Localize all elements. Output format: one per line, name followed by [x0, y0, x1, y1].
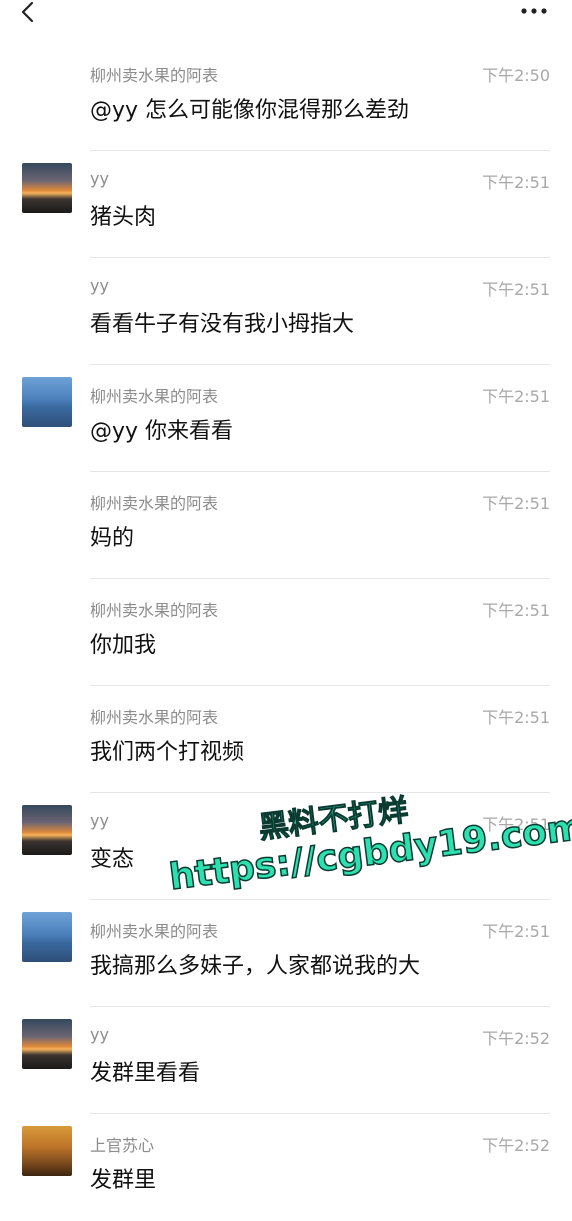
message-list: 柳州卖水果的阿表 下午2:50 @yy 怎么可能像你混得那么差劲 yy 下午2:51 猪头…	[0, 44, 572, 1221]
message-row[interactable]: yy 下午2:51 变态	[0, 793, 572, 900]
sender-name: yy	[90, 169, 109, 188]
avatar[interactable]	[22, 163, 72, 213]
message-text: 我们两个打视频	[90, 740, 245, 765]
message-row[interactable]: 柳州卖水果的阿表 下午2:51 你加我	[0, 579, 572, 686]
message-time: 下午2:51	[482, 173, 550, 192]
sender-name: 柳州卖水果的阿表	[90, 494, 219, 513]
sender-name: 柳州卖水果的阿表	[90, 922, 219, 941]
message-row[interactable]: yy 下午2:52 发群里看看	[0, 1007, 572, 1114]
top-bar	[0, 0, 572, 42]
message-row[interactable]: 柳州卖水果的阿表 下午2:51 @yy 你来看看	[0, 365, 572, 472]
more-dots-icon	[521, 8, 547, 14]
message-text: @yy 怎么可能像你混得那么差劲	[90, 98, 410, 123]
avatar[interactable]	[22, 1126, 72, 1176]
back-button[interactable]	[14, 0, 44, 30]
sender-name: 柳州卖水果的阿表	[90, 66, 219, 85]
avatar[interactable]	[22, 1019, 72, 1069]
message-time: 下午2:50	[482, 66, 550, 85]
avatar[interactable]	[22, 805, 72, 855]
sender-name: yy	[90, 1025, 109, 1044]
message-time: 下午2:51	[482, 601, 550, 620]
message-row[interactable]: 柳州卖水果的阿表 下午2:51 妈的	[0, 472, 572, 579]
message-time: 下午2:52	[482, 1029, 550, 1048]
message-text: 你加我	[90, 633, 157, 658]
message-text: 猪头肉	[90, 205, 157, 230]
message-time: 下午2:51	[482, 815, 550, 834]
sender-name: 柳州卖水果的阿表	[90, 708, 219, 727]
message-time: 下午2:52	[482, 1136, 550, 1155]
avatar[interactable]	[22, 377, 72, 427]
message-text: 看看牛子有没有我小拇指大	[90, 312, 355, 337]
message-row[interactable]: 柳州卖水果的阿表 下午2:50 @yy 怎么可能像你混得那么差劲	[0, 44, 572, 151]
message-text: 发群里	[90, 1168, 157, 1193]
message-time: 下午2:51	[482, 387, 550, 406]
message-time: 下午2:51	[482, 708, 550, 727]
sender-name: yy	[90, 811, 109, 830]
sender-name: 柳州卖水果的阿表	[90, 387, 219, 406]
sender-name: 柳州卖水果的阿表	[90, 601, 219, 620]
message-text: @yy 你来看看	[90, 419, 234, 444]
message-text: 发群里看看	[90, 1061, 201, 1086]
message-time: 下午2:51	[482, 922, 550, 941]
sender-name: 上官苏心	[90, 1136, 155, 1155]
message-text: 妈的	[90, 526, 135, 551]
message-row[interactable]: 柳州卖水果的阿表 下午2:51 我搞那么多妹子，人家都说我的大	[0, 900, 572, 1007]
more-button[interactable]	[518, 2, 554, 22]
message-text: 我搞那么多妹子，人家都说我的大	[90, 954, 421, 979]
message-text: 变态	[90, 847, 135, 872]
message-row[interactable]: 柳州卖水果的阿表 下午2:51 我们两个打视频	[0, 686, 572, 793]
sender-name: yy	[90, 276, 109, 295]
message-time: 下午2:51	[482, 494, 550, 513]
message-time: 下午2:51	[482, 280, 550, 299]
message-row[interactable]: yy 下午2:51 猪头肉	[0, 151, 572, 258]
avatar[interactable]	[22, 912, 72, 962]
message-row[interactable]: 上官苏心 下午2:52 发群里	[0, 1114, 572, 1221]
message-row[interactable]: yy 下午2:51 看看牛子有没有我小拇指大	[0, 258, 572, 365]
chevron-left-icon	[21, 1, 34, 23]
